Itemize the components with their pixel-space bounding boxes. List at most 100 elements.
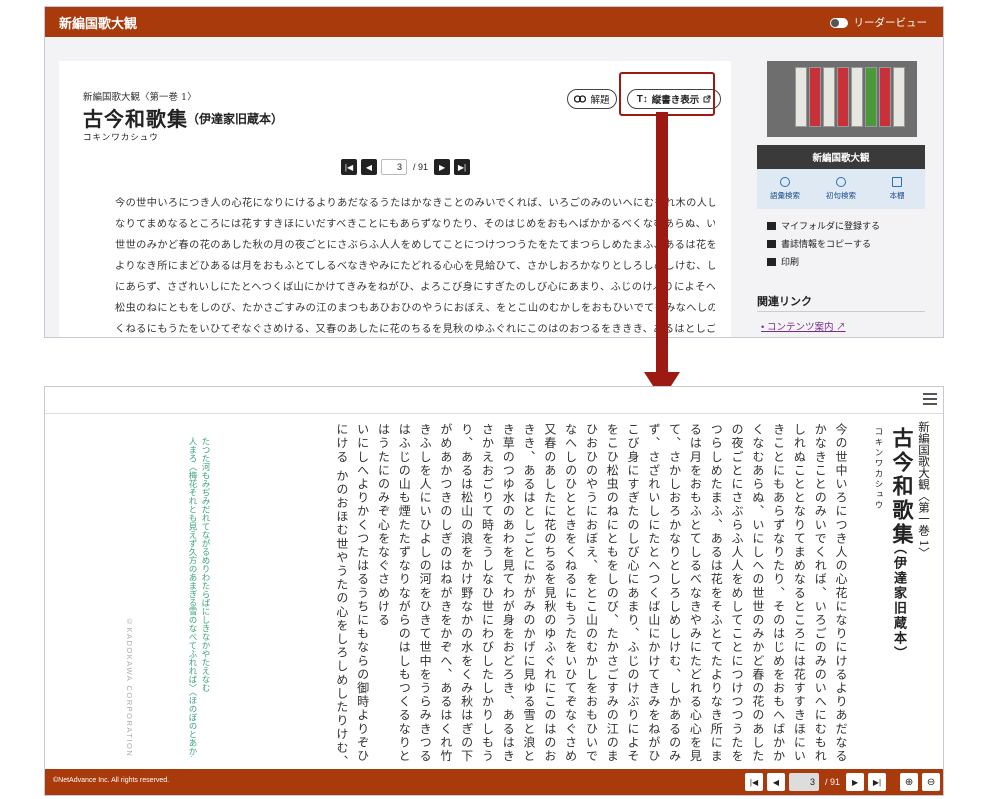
- vertical-text-column: いにしへよりかくつたはるうちにもならの御時よりぞひろまり: [355, 423, 370, 763]
- prev-page-icon[interactable]: ◀: [361, 159, 377, 175]
- vertical-text-column: き草のつゆ水のあわを見てわが身をおどろき、あるはきのふは: [501, 423, 516, 763]
- kaidai-label: 解題: [590, 95, 610, 106]
- copyright-text: ©NetAdvance Inc. All rights reserved.: [53, 777, 170, 784]
- work-title: 古今和歌集: [83, 107, 188, 131]
- kaidai-button[interactable]: 解題: [567, 89, 617, 109]
- poem-note: 人まろ〈梅花それとも見えず久方のあまぎる雪のなべてふれれば〉〈ほのぼのとあかしの…: [187, 437, 197, 757]
- site-brand[interactable]: 新編国歌大観: [59, 13, 137, 32]
- vertical-text-column: にける かのおほむ世やうたの心をしろしめしたりけむ、かのお: [334, 423, 349, 763]
- page-number-input[interactable]: 3: [789, 773, 819, 791]
- reader-view-label: リーダービュー: [853, 17, 928, 29]
- vertical-text-column: 今の世中いろにつき人の心花になりにけるよりあだなるうたは: [834, 423, 848, 763]
- work-subtitle: （伊達家旧蔵本）: [891, 541, 906, 661]
- first-page-icon[interactable]: |◀: [745, 773, 763, 791]
- last-page-icon[interactable]: ▶|: [454, 159, 471, 175]
- first-page-icon[interactable]: |◀: [341, 159, 357, 175]
- vertical-text-column: きふしを人にいひよしの河をひきて世中をうらみきつるに、今: [418, 423, 433, 763]
- work-kana: コキンワカシュウ: [83, 133, 159, 143]
- vertical-text-column: こび身にすぎたのしび心にあまり、ふじのけぶりによそへて人: [626, 423, 641, 763]
- text-line: にあらず、さざれいしにたとへつくば山にかけてきみをねがひ、よろこび身にすぎたのし…: [115, 282, 715, 293]
- text-line: よりなき所にまどひあるは月をおもふとてしるべなきやみにたどれる心心を見給ひて、さ…: [115, 261, 715, 272]
- vertical-text-column: はうたにのみぞ心をなぐさめける: [376, 423, 391, 627]
- tab-label: 語彙検索: [770, 191, 800, 200]
- site-header: 新編国歌大観 リーダービュー: [45, 7, 943, 37]
- add-to-folder-action[interactable]: マイフォルダに登録する: [767, 217, 880, 235]
- horizontal-body-text: 今の世中いろにつき人の心花になりにけるよりあだなるうたはかなきことのみいでくれば…: [115, 193, 715, 337]
- arrow-shaft: [656, 112, 668, 374]
- book-set-image: [767, 61, 917, 137]
- side-actions: マイフォルダに登録する 書誌情報をコピーする 印刷: [767, 217, 880, 271]
- vertical-view-screenshot: 新編国歌大観〈第一巻 1〉 古今和歌集 （伊達家旧蔵本） コキンワカシュウ 今の…: [44, 386, 944, 796]
- folder-icon: [767, 222, 776, 230]
- link-label[interactable]: コンテンツ案内: [767, 322, 834, 333]
- page-number-input[interactable]: 3: [381, 159, 407, 175]
- work-subtitle: （伊達家旧蔵本）: [187, 112, 284, 126]
- next-page-icon[interactable]: ▶: [434, 159, 451, 175]
- prev-page-icon[interactable]: ◀: [767, 773, 785, 791]
- viewer-toolbar: [45, 387, 943, 414]
- tab-vocabulary-search[interactable]: 語彙検索: [757, 169, 813, 209]
- search-icon: [836, 177, 846, 187]
- vertical-text-column: ひおひのやうにおぼえ、をとこ山のむかしをおもひいでてをみ: [584, 423, 599, 763]
- text-line: なりてまめなるところには花すすきほにいだすべきことにもあらずなりたり、そのはじめ…: [115, 219, 715, 230]
- top-pager: |◀ ◀ 3 / 91 ▶ ▶|: [341, 159, 471, 175]
- zoom-out-icon[interactable]: ⊖: [922, 773, 941, 791]
- series-label: 新編国歌大観〈第一巻 1〉: [917, 421, 931, 559]
- highlight-box: [619, 72, 715, 116]
- vertical-poem-notes: たつた河もみぢみだれてながるめりわたらばにしきなかやたえなむ 人まろ〈梅花それとも…: [173, 437, 211, 757]
- vertical-text-column: さかえおごりて時をうしなひ世にわびしたしかりしもうとくな: [480, 423, 495, 763]
- page-total: / 91: [825, 777, 841, 787]
- horizontal-view-screenshot: 新編国歌大観 リーダービュー 新編国歌大観〈第一巻 1〉 古今和歌集 （伊達家旧…: [44, 6, 944, 338]
- vertical-text-column: つらしめたまふ、あるは花をそふとてたよりなき所にまどひあ: [709, 423, 724, 763]
- work-title: 古今和歌集: [890, 427, 915, 547]
- search-icon: [780, 177, 790, 187]
- vertical-text-column: しれぬこととなりてまめなるところには花すすきほにいだすべ: [792, 423, 807, 763]
- vertical-text-column: ず、さざれいしにたとへつくば山にかけてきみをねがひ、よろ: [646, 423, 661, 763]
- action-label: 印刷: [781, 257, 800, 267]
- vertical-text-column: はふじの山も煙たたずなりながらのはしもつくるなりときく人: [397, 423, 412, 763]
- action-label: マイフォルダに登録する: [781, 221, 881, 231]
- text-line: 世世のみかど春の花のあした秋の月の夜ごとにさぶらふ人人をめしてことにつけつつうた…: [115, 240, 715, 251]
- tab-first-line-search[interactable]: 初句検索: [813, 169, 869, 209]
- text-line: くねるにもうたをいひてぞなぐさめける、又春のあしたに花のちるを見秋のゆふぐれにこ…: [115, 324, 715, 335]
- toggle-switch-icon[interactable]: [829, 17, 848, 28]
- vertical-text-column: て、さかしおろかなりとしろしめしけむ、しかあるのみにあら: [667, 423, 682, 763]
- divider: [757, 311, 925, 312]
- collection-tabs: 語彙検索 初句検索 本棚: [757, 169, 925, 209]
- last-page-icon[interactable]: ▶|: [868, 773, 887, 791]
- vertical-text-column: り、あるは松山の浪をかけ野なかの水をくみ秋はぎの下はをな: [459, 423, 474, 763]
- vertical-body-text: 今の世中いろにつき人の心花になりにけるよりあだなるうたは かなきことのみいでくれば…: [331, 423, 851, 763]
- work-kana: コキンワカシュウ: [873, 427, 883, 511]
- external-link-icon: ↗: [833, 322, 846, 333]
- viewer-footer: ©NetAdvance Inc. All rights reserved. |◀…: [45, 769, 943, 795]
- related-links-heading: 関連リンク: [757, 296, 812, 308]
- next-page-icon[interactable]: ▶: [846, 773, 865, 791]
- vertical-text-column: をこひ松虫のねにともをしのび、たかさごすみの江のまつもあ: [605, 423, 620, 763]
- vertical-text-column: かなきことのみいでくれば、いろごのみのいへにむもれ木の人: [813, 423, 828, 763]
- bottom-pager: |◀ ◀ 3 / 91 ▶ ▶| ⊕ ⊖: [745, 773, 941, 791]
- reader-view-toggle[interactable]: リーダービュー: [829, 15, 928, 30]
- vertical-text-column: きことにもあらずなりたり、そのはじめをおもへばかかるべ: [771, 423, 786, 763]
- action-label: 書誌情報をコピーする: [781, 239, 872, 249]
- publisher-watermark: ©KADOKAWA CORPORATION: [125, 617, 134, 758]
- poem-note: たつた河もみぢみだれてながるめりわたらばにしきなかやたえなむ: [200, 437, 210, 692]
- bookshelf-icon: [892, 177, 902, 187]
- print-icon: [767, 258, 776, 266]
- tab-bookshelf[interactable]: 本棚: [869, 169, 925, 209]
- vertical-text-column: くなむあらぬ、いにしへの世世のみかど春の花のあした秋の月: [750, 423, 765, 763]
- vertical-text-column: るは月をおもふとてしるべなきやみにたどれる心心を見給ひ: [688, 423, 703, 763]
- print-action[interactable]: 印刷: [767, 253, 880, 271]
- contents-guide-link[interactable]: • コンテンツ案内 ↗: [761, 319, 846, 333]
- vertical-text-column: の夜ごとにさぶらふ人人をめしてことにつけつつうたをたてま: [730, 423, 745, 763]
- tab-label: 本棚: [889, 191, 905, 200]
- page-total: / 91: [413, 162, 429, 172]
- text-line: 松虫のねにともをしのび、たかさごすみの江のまつもあひおひのやうにおぼえ、をとこ山…: [115, 303, 715, 314]
- copy-bibliography-action[interactable]: 書誌情報をコピーする: [767, 235, 880, 253]
- link-icon: [574, 95, 587, 103]
- menu-icon[interactable]: [923, 393, 937, 405]
- vertical-text-column: きき、あるはとしごとにかがみのかげに見ゆる雪と浪とをなげ: [522, 423, 537, 763]
- vertical-text-column: なへしのひとときをくねるにもうたをいひてぞなぐさめける、: [563, 423, 578, 763]
- series-label: 新編国歌大観〈第一巻 1〉: [83, 92, 197, 103]
- zoom-in-icon[interactable]: ⊕: [900, 773, 919, 791]
- text-line: 今の世中いろにつき人の心花になりにけるよりあだなるうたはかなきことのみいでくれば…: [115, 198, 715, 209]
